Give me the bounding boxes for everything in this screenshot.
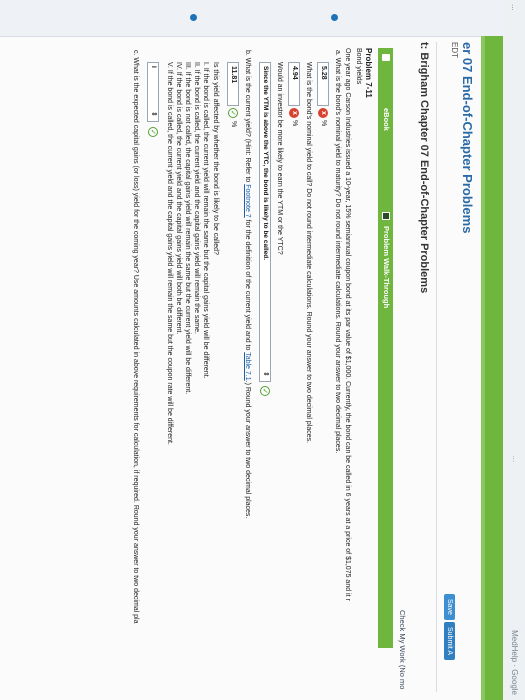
option-item: I. If the bond is called, the current yi… <box>202 62 209 379</box>
part-b-text-1: b. What is the current yield? (Hint: Ref… <box>244 50 251 185</box>
wrong-icon: x <box>318 108 328 118</box>
part-b-question-current-yield: b. What is the current yield? (Hint: Ref… <box>244 50 251 518</box>
percent-sign: % <box>291 120 298 127</box>
part-b-question-affected: Is this yield affected by whether the bo… <box>212 62 219 255</box>
dropdown-selected-value: Since the YTM is above the YTC, the bond… <box>262 66 269 261</box>
ytc-answer-input[interactable]: 4.94 <box>288 62 300 106</box>
option-item: II. If the bond is called, the current y… <box>193 62 200 334</box>
top-bar-title: ... <box>510 4 519 11</box>
screen-content: ... ... MedHelp · Google er 07 End-of-Ch… <box>0 0 525 700</box>
wrong-icon: x <box>289 108 299 118</box>
save-button[interactable]: Save <box>444 594 455 620</box>
assignment-subtitle: EDT <box>450 42 459 58</box>
part-a-question-ytm: a. What is the bond's nominal yield to m… <box>334 50 341 454</box>
option-dropdown[interactable]: I ⇕ <box>147 62 159 122</box>
sidebar-dot-icon[interactable] <box>190 14 197 21</box>
sidebar-dot-icon[interactable] <box>331 14 338 21</box>
part-b-text-2: for the definition of the current yield … <box>244 217 251 353</box>
ytm-ytc-dropdown[interactable]: Since the YTM is above the YTC, the bond… <box>259 62 271 382</box>
dropdown-arrow-icon: ⇕ <box>150 111 157 117</box>
part-c-question: c. What is the expected capital gains (o… <box>132 50 139 624</box>
option-item: III. If the bond is not called, the capi… <box>184 62 191 395</box>
green-banner-strip <box>481 36 485 700</box>
dropdown-selected-value: I <box>150 66 157 68</box>
part-a-question-likely: Would an investor be more likely to earn… <box>276 62 283 255</box>
part-b-text-3: .) Round your answer to two decimal plac… <box>244 380 251 519</box>
ebook-icon <box>382 54 390 61</box>
percent-sign: % <box>320 120 327 127</box>
option-item: V. If the bond is called, the current yi… <box>166 62 173 445</box>
assignment-title: er 07 End-of-Chapter Problems <box>460 42 475 234</box>
correct-icon: ✓ <box>260 386 270 396</box>
check-my-work-link[interactable]: Check My Work (No mo <box>398 610 407 689</box>
problem-number: Problem 7-11 <box>364 48 373 98</box>
part-a-question-ytc: What is the bond's nominal yield to call… <box>305 62 312 444</box>
chapter-title: t: Brigham Chapter 07 End-of-Chapter Pro… <box>418 42 430 294</box>
medhelp-link[interactable]: MedHelp · Google <box>510 630 519 695</box>
left-sidebar <box>0 0 503 37</box>
problem-statement: One year ago Carson Industries issued a … <box>344 48 351 601</box>
walkthrough-icon <box>382 212 390 220</box>
green-banner <box>485 36 503 700</box>
divider <box>436 42 437 692</box>
ytm-answer-input[interactable]: 5.28 <box>317 62 329 106</box>
dropdown-arrow-icon: ⇕ <box>262 371 269 377</box>
correct-icon: ✓ <box>228 108 238 118</box>
tab-ebook[interactable]: eBook <box>382 108 391 131</box>
footnote-7-link[interactable]: Footnote 7 <box>244 184 251 217</box>
table-7-1-link[interactable]: Table 7.1 <box>244 352 251 380</box>
problem-tabs: eBook Problem Walk-Through <box>378 48 393 648</box>
problem-name: Bond yields <box>355 48 362 85</box>
tab-problem-walkthrough[interactable]: Problem Walk-Through <box>382 226 391 308</box>
top-bar: ... ... MedHelp · Google <box>502 0 525 700</box>
percent-sign: % <box>230 121 237 128</box>
breadcrumb: ... <box>511 455 521 463</box>
correct-icon: ✓ <box>148 127 158 137</box>
submit-button[interactable]: Submit A <box>444 622 455 661</box>
current-yield-answer-input[interactable]: 11.81 <box>227 62 239 106</box>
option-item: IV. If the bond is called, the current y… <box>175 62 182 335</box>
